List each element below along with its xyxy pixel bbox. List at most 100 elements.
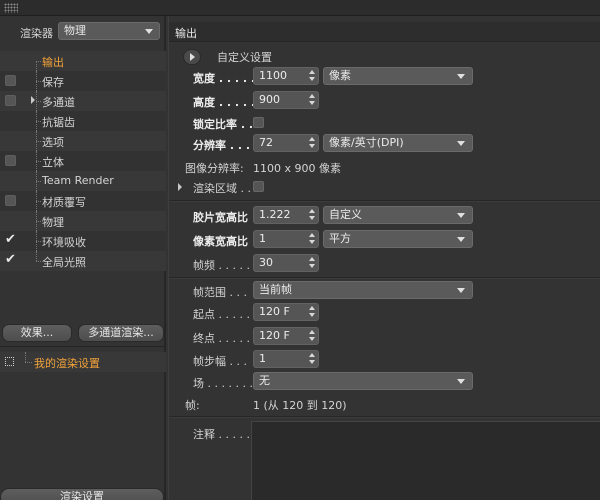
image-resolution-value: 1100 x 900 像素 (253, 162, 341, 175)
panel-title: 输出 (175, 27, 197, 40)
width-unit-value: 像素 (329, 69, 351, 82)
resolution-unit-value: 像素/英寸(DPI) (329, 136, 404, 149)
tree-item-label: 物理 (42, 216, 64, 229)
preset-label: 自定义设置 (217, 51, 272, 64)
film-aspect-select[interactable]: 自定义 (323, 206, 473, 224)
field-select[interactable]: 无 (253, 372, 473, 390)
frame-rate-input[interactable]: 30 (253, 254, 319, 272)
pixel-aspect-value: 1 (259, 232, 266, 245)
width-label: 宽度 . . . . . (193, 72, 256, 85)
enable-checkbox[interactable] (5, 95, 16, 106)
grip-icon[interactable] (4, 3, 18, 13)
resolution-unit-select[interactable]: 像素/英寸(DPI) (323, 134, 473, 152)
tree-item-label: 多通道 (42, 96, 75, 109)
renderer-select[interactable]: 物理 (58, 22, 160, 40)
tree-item[interactable]: Team Render (0, 171, 166, 191)
expand-arrow-icon[interactable] (31, 96, 35, 104)
tree-connector (36, 101, 41, 102)
frame-range-value: 当前帧 (259, 283, 292, 296)
tree-item[interactable]: 输出 (0, 51, 166, 71)
tree-item-label: Team Render (42, 174, 114, 187)
image-resolution-row: 图像分辨率: 1100 x 900 像素 (169, 157, 600, 177)
tree-item-label: 全局光照 (42, 256, 86, 269)
enable-checkbox[interactable] (5, 195, 16, 206)
frame-rate-row: 帧频 . . . . . 30 (169, 254, 600, 274)
width-row: 宽度 . . . . . 1100 像素 (169, 67, 600, 87)
tree-item-label: 保存 (42, 76, 64, 89)
enable-checkbox[interactable] (5, 75, 16, 86)
output-settings-panel: 输出 自定义设置 宽度 . . . . . 1100 像素 高度 . . . .… (168, 16, 600, 500)
spinner-icon[interactable] (309, 94, 315, 106)
pixel-aspect-label: 像素宽高比 (193, 235, 248, 248)
tree-item[interactable]: 保存 (0, 71, 166, 91)
height-value: 900 (259, 93, 280, 106)
resolution-row: 分辨率 . . . 72 像素/英寸(DPI) (169, 134, 600, 154)
resolution-input[interactable]: 72 (253, 134, 319, 152)
spinner-icon[interactable] (309, 306, 315, 318)
tree-item-label: 环境吸收 (42, 236, 86, 249)
tree-item[interactable]: 选项 (0, 131, 166, 151)
tree-connector (36, 61, 37, 71)
end-input[interactable]: 120 F (253, 327, 319, 345)
spinner-icon[interactable] (309, 209, 315, 221)
my-render-settings-item[interactable]: 我的渲染设置 (0, 352, 166, 372)
preset-menu-button[interactable] (183, 49, 201, 65)
spinner-icon[interactable] (309, 137, 315, 149)
checkmark-icon[interactable]: ✔ (5, 232, 16, 247)
tree-connector (36, 241, 41, 242)
tree-connector (25, 352, 26, 362)
start-input[interactable]: 120 F (253, 303, 319, 321)
width-input[interactable]: 1100 (253, 67, 319, 85)
renderer-label: 渲染器 (20, 27, 53, 40)
effects-button[interactable]: 效果... (2, 324, 72, 342)
lock-ratio-row: 锁定比率 . . (169, 113, 600, 133)
pixel-aspect-select[interactable]: 平方 (323, 230, 473, 248)
tree-item[interactable]: 立体 (0, 151, 166, 171)
spinner-icon[interactable] (309, 353, 315, 365)
render-settings-button[interactable]: 渲染设置 (0, 488, 164, 500)
notes-label: 注释 . . . . . (193, 428, 250, 441)
render-region-label: 渲染区域 . . (193, 182, 251, 195)
frame-range-label: 帧范围 . . . (193, 286, 247, 299)
expand-arrow-icon[interactable] (178, 183, 182, 191)
lock-ratio-label: 锁定比率 . . (193, 118, 254, 131)
render-settings-sidebar: 渲染器 物理 输出 保存 多通道 抗锯齿 选项 立体 Team Render 材质覆写 物理 ✔ 环… (0, 16, 166, 500)
frame-step-input[interactable]: 1 (253, 350, 319, 368)
notes-textarea[interactable] (251, 421, 600, 500)
lock-ratio-checkbox[interactable] (253, 117, 264, 128)
end-row: 终点 . . . . . 120 F (169, 327, 600, 347)
spinner-icon[interactable] (309, 233, 315, 245)
film-aspect-row: 胶片宽高比 1.222 自定义 (169, 206, 600, 226)
spinner-icon[interactable] (309, 330, 315, 342)
tree-item-label: 选项 (42, 136, 64, 149)
tree-item[interactable]: ✔ 环境吸收 (0, 231, 166, 251)
pixel-aspect-preset: 平方 (329, 232, 351, 245)
section-divider (169, 277, 600, 279)
tree-item-label: 材质覆写 (42, 196, 86, 209)
tree-item[interactable]: 物理 (0, 211, 166, 231)
tree-connector (36, 251, 37, 261)
tree-connector (25, 362, 32, 363)
pixel-aspect-input[interactable]: 1 (253, 230, 319, 248)
tree-item[interactable]: 多通道 (0, 91, 166, 111)
divider (0, 346, 166, 347)
spinner-icon[interactable] (309, 70, 315, 82)
tree-connector (36, 181, 41, 182)
tree-item[interactable]: ✔ 全局光照 (0, 251, 166, 271)
render-region-checkbox[interactable] (253, 181, 264, 192)
width-value: 1100 (259, 69, 287, 82)
film-aspect-input[interactable]: 1.222 (253, 206, 319, 224)
frame-range-select[interactable]: 当前帧 (253, 281, 473, 299)
checkmark-icon[interactable]: ✔ (5, 252, 16, 267)
tree-item[interactable]: 抗锯齿 (0, 111, 166, 131)
height-input[interactable]: 900 (253, 91, 319, 109)
tree-item[interactable]: 材质覆写 (0, 191, 166, 211)
settings-tree: 输出保存多通道抗锯齿选项立体 Team Render 材质覆写物理 ✔ 环境吸收 ✔ 全局光… (0, 51, 166, 271)
spinner-icon[interactable] (309, 257, 315, 269)
chevron-down-icon (457, 213, 465, 218)
multipass-render-button[interactable]: 多通道渲染... (78, 324, 164, 342)
enable-checkbox[interactable] (5, 155, 16, 166)
frame-step-label: 帧步幅 . . . (193, 355, 247, 368)
resolution-label: 分辨率 . . . (193, 139, 251, 152)
width-unit-select[interactable]: 像素 (323, 67, 473, 85)
